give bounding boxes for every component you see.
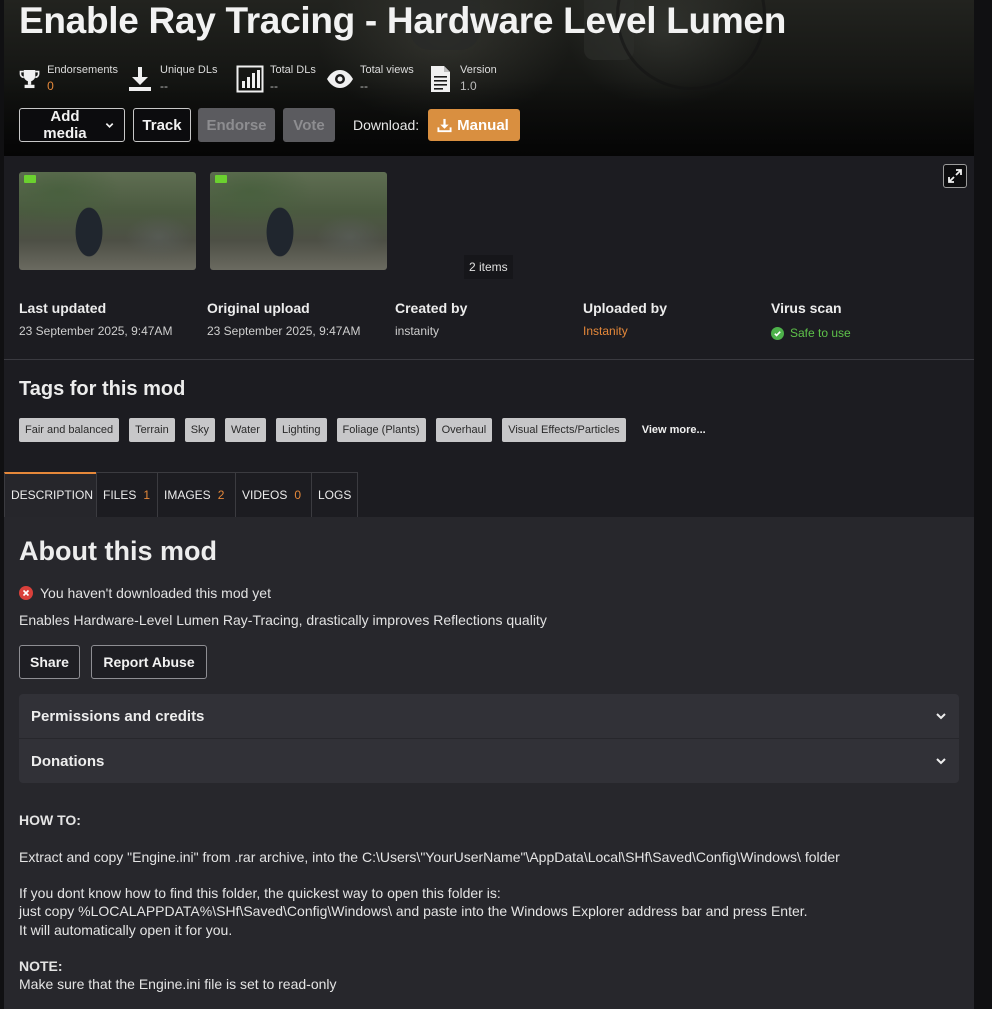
howto-title: HOW TO: <box>19 812 81 828</box>
stat-version: Version 1.0 <box>426 62 506 96</box>
tip-text: If you dont know how to find this folder… <box>19 885 501 901</box>
error-icon <box>19 586 33 600</box>
stat-label: Total views <box>360 64 414 76</box>
stat-total-views: Total views -- <box>326 62 418 96</box>
chevron-down-icon <box>936 758 946 765</box>
tab-count: 1 <box>143 488 151 502</box>
mod-page: Enable Ray Tracing - Hardware Level Lume… <box>4 0 974 1009</box>
gallery-thumbnail[interactable] <box>210 172 387 270</box>
stat-label: Endorsements <box>47 64 118 76</box>
tag[interactable]: Sky <box>184 418 216 442</box>
meta-created-by: Created by instanity <box>395 300 468 338</box>
mod-tabs: DESCRIPTION FILES 1 IMAGES 2 VIDEOS 0 LO… <box>4 472 358 517</box>
stat-endorsements: Endorsements 0 <box>18 62 118 96</box>
endorse-button[interactable]: Endorse <box>198 108 275 142</box>
permissions-accordion[interactable]: Permissions and credits <box>19 694 959 738</box>
tab-description[interactable]: DESCRIPTION <box>4 472 97 517</box>
share-button[interactable]: Share <box>19 645 80 679</box>
stat-value: -- <box>360 79 368 93</box>
tip-text: It will automatically open it for you. <box>19 922 233 938</box>
tab-count: 0 <box>294 488 302 502</box>
tab-logs[interactable]: LOGS <box>311 472 358 517</box>
view-more-tags-link[interactable]: View more... <box>642 424 706 436</box>
stat-label: Total DLs <box>270 64 316 76</box>
trophy-icon <box>19 69 40 89</box>
stat-value: 1.0 <box>460 79 477 93</box>
description-panel: About this mod You haven't downloaded th… <box>4 517 974 1009</box>
mod-actions: Add media Track Endorse Vote Download: M… <box>19 108 520 142</box>
chevron-down-icon <box>105 123 114 128</box>
mod-stats: Endorsements 0 Unique DLs -- Total DLs -… <box>18 62 514 96</box>
stat-value: -- <box>270 79 278 93</box>
tag[interactable]: Lighting <box>275 418 327 442</box>
tab-videos[interactable]: VIDEOS 0 <box>235 472 312 517</box>
eye-icon <box>327 70 353 88</box>
tab-files[interactable]: FILES 1 <box>96 472 158 517</box>
check-icon <box>771 326 784 340</box>
meta-last-updated: Last updated 23 September 2025, 9:47AM <box>19 300 173 338</box>
uploader-link[interactable]: Instanity <box>583 324 667 338</box>
download-icon <box>437 118 452 132</box>
bar-chart-icon <box>236 65 264 93</box>
tab-count: 2 <box>217 488 225 502</box>
download-status: You haven't downloaded this mod yet <box>19 585 271 601</box>
stat-label: Unique DLs <box>160 64 218 76</box>
download-icon <box>129 67 151 91</box>
report-abuse-button[interactable]: Report Abuse <box>91 645 207 679</box>
stat-unique-dls: Unique DLs -- <box>126 62 228 96</box>
download-label: Download: <box>353 117 420 133</box>
description-actions: Share Report Abuse <box>19 645 218 679</box>
divider <box>4 359 974 360</box>
chevron-down-icon <box>936 713 946 720</box>
tag[interactable]: Foliage (Plants) <box>336 418 426 442</box>
mod-title: Enable Ray Tracing - Hardware Level Lume… <box>19 0 787 41</box>
vote-button[interactable]: Vote <box>283 108 335 142</box>
gallery-item-count: 2 items <box>464 255 513 279</box>
virus-scan-status[interactable]: Safe to use <box>771 326 851 340</box>
tag[interactable]: Terrain <box>129 418 175 442</box>
note-title: NOTE: <box>19 958 63 974</box>
tab-images[interactable]: IMAGES 2 <box>157 472 236 517</box>
gallery-thumbnail[interactable] <box>19 172 196 270</box>
tip-text: just copy %LOCALAPPDATA%\SHf\Saved\Confi… <box>19 903 808 919</box>
stat-total-dls: Total DLs -- <box>236 62 318 96</box>
track-button[interactable]: Track <box>133 108 191 142</box>
tag-list: Fair and balanced Terrain Sky Water Ligh… <box>19 418 706 442</box>
about-title: About this mod <box>19 536 217 566</box>
howto-text: Extract and copy "Engine.ini" from .rar … <box>19 849 840 865</box>
mod-summary: Enables Hardware-Level Lumen Ray-Tracing… <box>19 612 547 628</box>
add-media-button[interactable]: Add media <box>19 108 125 142</box>
stat-value: 0 <box>47 79 54 93</box>
tag[interactable]: Fair and balanced <box>19 418 120 442</box>
manual-download-button[interactable]: Manual <box>428 109 520 141</box>
stat-label: Version <box>460 64 497 76</box>
meta-virus-scan: Virus scan Safe to use <box>771 300 851 340</box>
tags-title: Tags for this mod <box>19 378 186 400</box>
hero-banner: Enable Ray Tracing - Hardware Level Lume… <box>4 0 974 156</box>
donations-accordion[interactable]: Donations <box>19 739 959 783</box>
expand-icon <box>948 169 962 183</box>
expand-gallery-button[interactable] <box>943 164 967 188</box>
tag[interactable]: Visual Effects/Particles <box>502 418 626 442</box>
tag[interactable]: Water <box>225 418 266 442</box>
note-text: Make sure that the Engine.ini file is se… <box>19 976 337 992</box>
document-icon <box>431 66 450 92</box>
tag[interactable]: Overhaul <box>435 418 493 442</box>
stat-value: -- <box>160 79 168 93</box>
meta-uploaded-by: Uploaded by Instanity <box>583 300 668 338</box>
meta-original-upload: Original upload 23 September 2025, 9:47A… <box>207 300 361 338</box>
